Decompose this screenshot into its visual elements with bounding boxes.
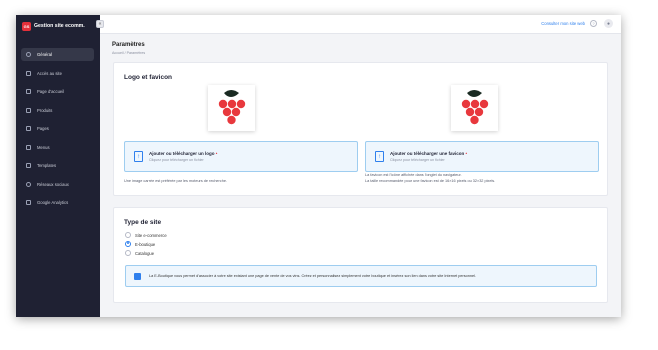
- radio-button[interactable]: [125, 250, 131, 256]
- sidebar-item-reseaux[interactable]: Réseaux sociaux: [21, 178, 94, 191]
- topbar: Consulter mon site web ? ●: [100, 15, 621, 34]
- sidebar-item-label: Produits: [37, 107, 53, 113]
- upload-icon: ↑: [375, 151, 384, 162]
- radio-catalogue[interactable]: Catalogue: [125, 250, 154, 256]
- sidebar-item-analytics[interactable]: Google Analytics: [21, 196, 94, 209]
- sidebar-item-label: Templates: [37, 163, 57, 168]
- favicon-upload-title: Ajouter ou télécharger une favicon •: [390, 151, 468, 156]
- sidebar-item-label: Général: [37, 52, 52, 57]
- home-grid-icon: [26, 89, 31, 94]
- sidebar-item-produits[interactable]: Produits: [21, 104, 94, 117]
- sidebar-item-general[interactable]: Général: [21, 48, 94, 61]
- grape-favicon-icon: [461, 90, 489, 125]
- sidebar-item-label: Page d'accueil: [37, 89, 65, 94]
- lock-icon: [26, 70, 31, 76]
- site-type-card: Type de site Site e-commerce E-boutique …: [113, 207, 608, 303]
- logo-hint: Une image carrée est préférée par les mo…: [124, 179, 227, 183]
- collapse-icon: «: [98, 21, 102, 27]
- radio-button[interactable]: [125, 241, 131, 247]
- brand-title: Gestion site ecomm.: [34, 23, 85, 29]
- sidebar-item-label: Pages: [37, 126, 49, 131]
- info-banner: La E-Boutique vous permet d'associer à v…: [125, 265, 597, 287]
- sidebar-item-menus[interactable]: Menus: [21, 141, 94, 154]
- favicon-hint-line: La taille recommandée pour une favicon e…: [365, 178, 496, 183]
- sidebar-collapse-button[interactable]: «: [96, 20, 104, 28]
- brand[interactable]: GS Gestion site ecomm.: [22, 20, 97, 32]
- grape-logo-icon: [218, 90, 246, 125]
- page-edit-icon: [26, 126, 31, 131]
- logo-preview: [208, 85, 255, 131]
- radio-label: Catalogue: [135, 250, 155, 256]
- sidebar: GS Gestion site ecomm. Général Accès au …: [16, 15, 100, 317]
- favicon-upload-dropzone[interactable]: ↑ Ajouter ou télécharger une favicon • C…: [365, 141, 599, 172]
- logo-upload-dropzone[interactable]: ↑ Ajouter ou télécharger un logo • Cliqu…: [124, 141, 358, 172]
- favicon-preview: [451, 85, 498, 131]
- radio-e-boutique[interactable]: E-boutique: [125, 241, 155, 247]
- help-icon[interactable]: ?: [590, 20, 597, 27]
- radio-button[interactable]: [125, 232, 131, 238]
- main-content: Paramètres Accueil / Paramètres Logo et …: [100, 34, 621, 317]
- logo-section-title: Logo et favicon: [124, 74, 173, 81]
- logo-upload-subtitle: Cliquez pour télécharger un fichier: [149, 158, 204, 162]
- site-type-title: Type de site: [124, 219, 162, 226]
- sidebar-item-accueil[interactable]: Page d'accueil: [21, 85, 94, 98]
- sidebar-item-acces[interactable]: Accès au site: [21, 67, 94, 80]
- menu-icon: [26, 144, 31, 150]
- favicon-upload-subtitle: Cliquez pour télécharger un fichier: [390, 158, 445, 162]
- sidebar-item-label: Accès au site: [37, 70, 62, 76]
- radio-label: E-boutique: [135, 241, 156, 247]
- sidebar-item-label: Google Analytics: [37, 200, 69, 205]
- app-window: GS Gestion site ecomm. Général Accès au …: [16, 15, 621, 317]
- page-title: Paramètres: [112, 42, 145, 48]
- template-icon: [26, 163, 31, 168]
- logo-favicon-card: Logo et favicon ↑ Ajouter ou télécharger…: [113, 62, 608, 196]
- view-site-link[interactable]: Consulter mon site web: [541, 21, 585, 26]
- box-icon: [26, 107, 31, 113]
- sidebar-item-pages[interactable]: Pages: [21, 122, 94, 135]
- upload-icon: ↑: [134, 151, 143, 162]
- breadcrumb[interactable]: Accueil / Paramètres: [112, 51, 145, 55]
- info-text: La E-Boutique vous permet d'associer à v…: [149, 274, 477, 278]
- sidebar-nav: Général Accès au site Page d'accueil Pro…: [21, 48, 94, 215]
- sidebar-item-label: Réseaux sociaux: [37, 181, 69, 187]
- share-icon: [26, 181, 31, 187]
- user-avatar-icon[interactable]: ●: [604, 19, 613, 28]
- logo-upload-title: Ajouter ou télécharger un logo •: [149, 151, 218, 156]
- brand-logo: GS: [22, 21, 31, 31]
- analytics-icon: [26, 200, 31, 205]
- sidebar-item-label: Menus: [37, 144, 50, 150]
- radio-label: Site e-commerce: [135, 232, 167, 238]
- info-icon: [134, 273, 141, 280]
- sidebar-item-templates[interactable]: Templates: [21, 159, 94, 172]
- favicon-hint: La favicon est l'icône affichée dans l'o…: [365, 173, 495, 185]
- settings-icon: [26, 52, 31, 57]
- radio-site-ecommerce[interactable]: Site e-commerce: [125, 232, 167, 238]
